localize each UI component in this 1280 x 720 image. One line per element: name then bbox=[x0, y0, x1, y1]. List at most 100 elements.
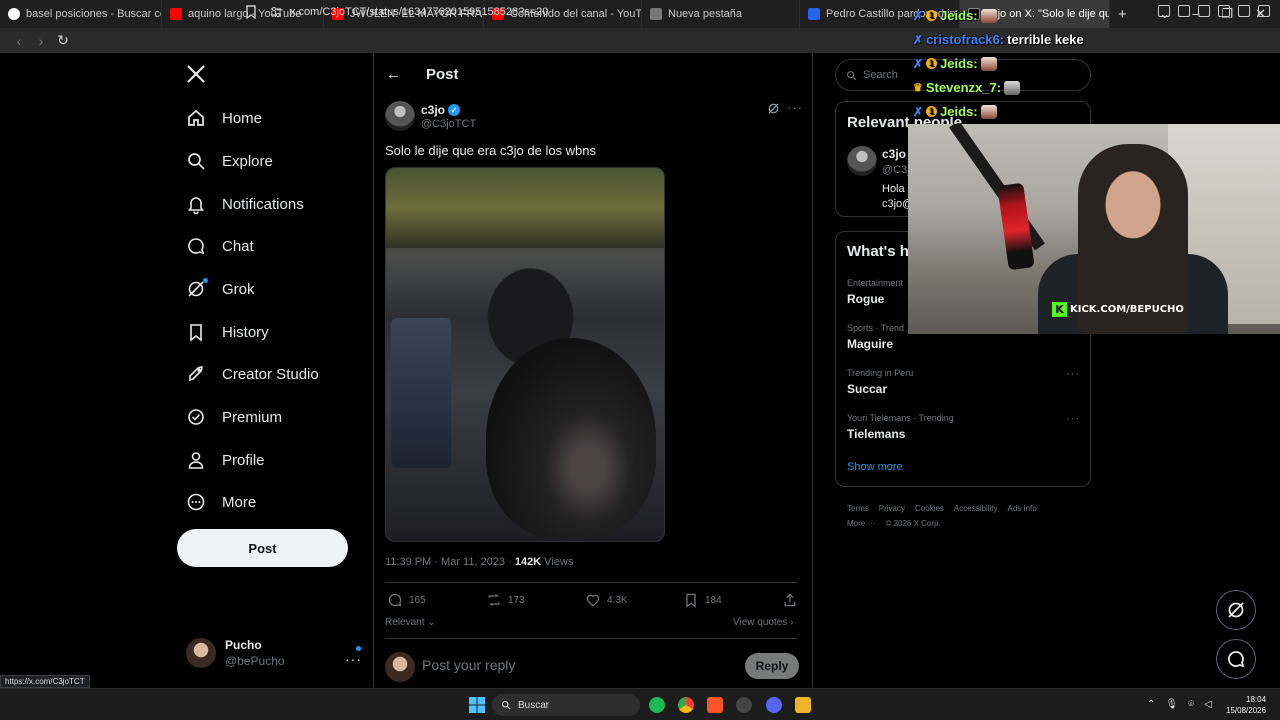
news-icon bbox=[808, 8, 820, 20]
grok-explain-icon[interactable] bbox=[767, 102, 780, 115]
brave-icon[interactable] bbox=[707, 697, 723, 713]
rocket-icon bbox=[189, 366, 203, 382]
trend-item[interactable]: Rogue bbox=[847, 292, 884, 306]
nav-profile[interactable]: Profile bbox=[186, 450, 265, 470]
account-switcher[interactable]: Pucho @bePucho bbox=[186, 638, 285, 668]
avatar bbox=[385, 652, 415, 682]
nav-grok[interactable]: Grok bbox=[186, 279, 255, 299]
avatar[interactable] bbox=[847, 146, 877, 176]
translate-icon[interactable] bbox=[1158, 5, 1170, 17]
youtube-icon bbox=[170, 8, 182, 20]
share-action[interactable] bbox=[782, 592, 798, 608]
trend-item[interactable]: Maguire bbox=[847, 337, 893, 351]
new-tab-button[interactable]: + bbox=[1110, 0, 1135, 28]
chevron-up-icon[interactable]: ⌃ bbox=[1147, 699, 1155, 710]
trend-item[interactable]: Tielemans bbox=[847, 427, 905, 441]
moderator-sword-icon: ✗ bbox=[913, 32, 924, 47]
post-more-icon[interactable]: ··· bbox=[787, 100, 803, 115]
x-logo-icon[interactable] bbox=[186, 64, 206, 84]
reply-input[interactable]: Post your reply bbox=[422, 657, 515, 673]
reply-action[interactable]: 165 bbox=[387, 592, 426, 608]
reply-sort-dropdown[interactable]: Relevant ⌄ bbox=[385, 617, 436, 628]
volume-icon[interactable]: ◁ bbox=[1204, 699, 1212, 710]
taskbar-clock[interactable]: 18:04 15/08/2026 bbox=[1226, 694, 1266, 716]
obs-icon[interactable] bbox=[736, 697, 752, 713]
messages-floating-button[interactable] bbox=[1216, 639, 1256, 679]
trend-item[interactable]: Succar bbox=[847, 382, 887, 396]
emote-icon bbox=[980, 56, 997, 71]
divider bbox=[385, 582, 798, 583]
nav-more[interactable]: More bbox=[186, 492, 256, 512]
media-dashboard-area bbox=[391, 318, 451, 468]
forward-icon[interactable]: › bbox=[30, 33, 52, 49]
back-icon[interactable]: ‹ bbox=[8, 33, 30, 49]
grok-icon bbox=[1228, 602, 1244, 618]
nav-chat[interactable]: Chat bbox=[186, 236, 254, 256]
chrome-icon[interactable] bbox=[678, 697, 694, 713]
show-more-link[interactable]: Show more bbox=[847, 461, 903, 473]
file-explorer-icon[interactable] bbox=[795, 697, 811, 713]
search-icon bbox=[847, 70, 857, 80]
author-name[interactable]: c3jo ✓ bbox=[421, 103, 461, 117]
person-bio: Hola bbox=[882, 183, 905, 195]
back-arrow-icon[interactable]: ← bbox=[386, 66, 401, 83]
address-bar-row: ‹ › ↻ bbox=[0, 28, 1280, 53]
trend-more-icon[interactable]: ··· bbox=[1066, 368, 1080, 380]
trend-category: Entertainment bbox=[847, 278, 904, 288]
verified-badge-icon: ✓ bbox=[448, 104, 461, 116]
nav-history[interactable]: History bbox=[186, 322, 269, 342]
bookmark-page-icon[interactable] bbox=[245, 5, 257, 19]
tab-new-tab[interactable]: Nueva pestaña bbox=[642, 0, 800, 28]
reply-button[interactable]: Reply bbox=[745, 653, 799, 679]
footer-link[interactable]: Privacy bbox=[879, 504, 905, 513]
taskbar-search[interactable]: Buscar bbox=[492, 694, 640, 716]
person-name[interactable]: c3jo bbox=[882, 147, 906, 161]
microphone-icon[interactable]: 🎙 bbox=[1165, 699, 1178, 710]
avatar bbox=[186, 638, 216, 668]
menu-icon[interactable] bbox=[1258, 5, 1270, 17]
url-field[interactable]: x.com/C3joTCT/status/1634776201595158528… bbox=[290, 6, 548, 18]
nav-creator-studio[interactable]: Creator Studio bbox=[186, 364, 319, 384]
sidebar-icon[interactable] bbox=[1218, 5, 1230, 17]
spotify-icon[interactable] bbox=[649, 697, 665, 713]
nav-home[interactable]: Home bbox=[186, 108, 262, 128]
emote-icon bbox=[980, 104, 997, 119]
nav-premium[interactable]: Premium bbox=[186, 407, 282, 427]
moderator-sword-icon: ✗ bbox=[913, 56, 924, 71]
footer-more-link[interactable]: More ··· bbox=[847, 519, 875, 528]
bookmark-action[interactable]: 184 bbox=[683, 592, 722, 608]
like-action[interactable]: 4.3K bbox=[585, 592, 628, 608]
windows-start-icon[interactable] bbox=[469, 697, 485, 713]
footer-link[interactable]: Ads Info bbox=[1008, 504, 1037, 513]
subscriber-badge-icon: 1 bbox=[926, 106, 938, 117]
tab-google-search[interactable]: basel posiciones - Buscar con Goog bbox=[0, 0, 162, 28]
nav-notifications[interactable]: Notifications bbox=[186, 194, 304, 214]
post-button[interactable]: Post bbox=[177, 529, 348, 567]
grok-floating-button[interactable] bbox=[1216, 590, 1256, 630]
person-handle: @C3j bbox=[882, 164, 910, 176]
discord-icon[interactable] bbox=[766, 697, 782, 713]
author-handle[interactable]: @C3joTCT bbox=[421, 118, 476, 130]
stream-chat-message: ✗ 1 Jeids: bbox=[913, 104, 997, 119]
share-icon bbox=[784, 593, 796, 607]
repost-action[interactable]: 173 bbox=[486, 592, 525, 608]
post-media-image[interactable] bbox=[385, 167, 665, 542]
reload-icon[interactable]: ↻ bbox=[52, 32, 74, 49]
trend-more-icon[interactable]: ··· bbox=[1066, 413, 1080, 425]
zoom-icon[interactable] bbox=[1178, 5, 1190, 17]
account-more-icon[interactable]: ··· bbox=[345, 651, 362, 667]
wallet-icon[interactable] bbox=[1238, 5, 1250, 17]
profile-handle: @bePucho bbox=[225, 654, 285, 668]
footer-link[interactable]: Terms bbox=[847, 504, 869, 513]
kick-logo-icon: K bbox=[1052, 302, 1067, 317]
view-quotes-link[interactable]: View quotes › bbox=[733, 617, 793, 628]
site-settings-icon[interactable] bbox=[270, 6, 282, 18]
divider bbox=[385, 638, 798, 639]
nav-explore[interactable]: Explore bbox=[186, 151, 273, 171]
author-avatar[interactable] bbox=[385, 101, 415, 131]
extensions-icon[interactable] bbox=[1198, 5, 1210, 17]
network-icon[interactable]: ⌾ bbox=[1188, 699, 1194, 710]
footer-link[interactable]: Accessibility bbox=[954, 504, 998, 513]
column-divider bbox=[812, 53, 813, 687]
footer-link[interactable]: Cookies bbox=[915, 504, 944, 513]
